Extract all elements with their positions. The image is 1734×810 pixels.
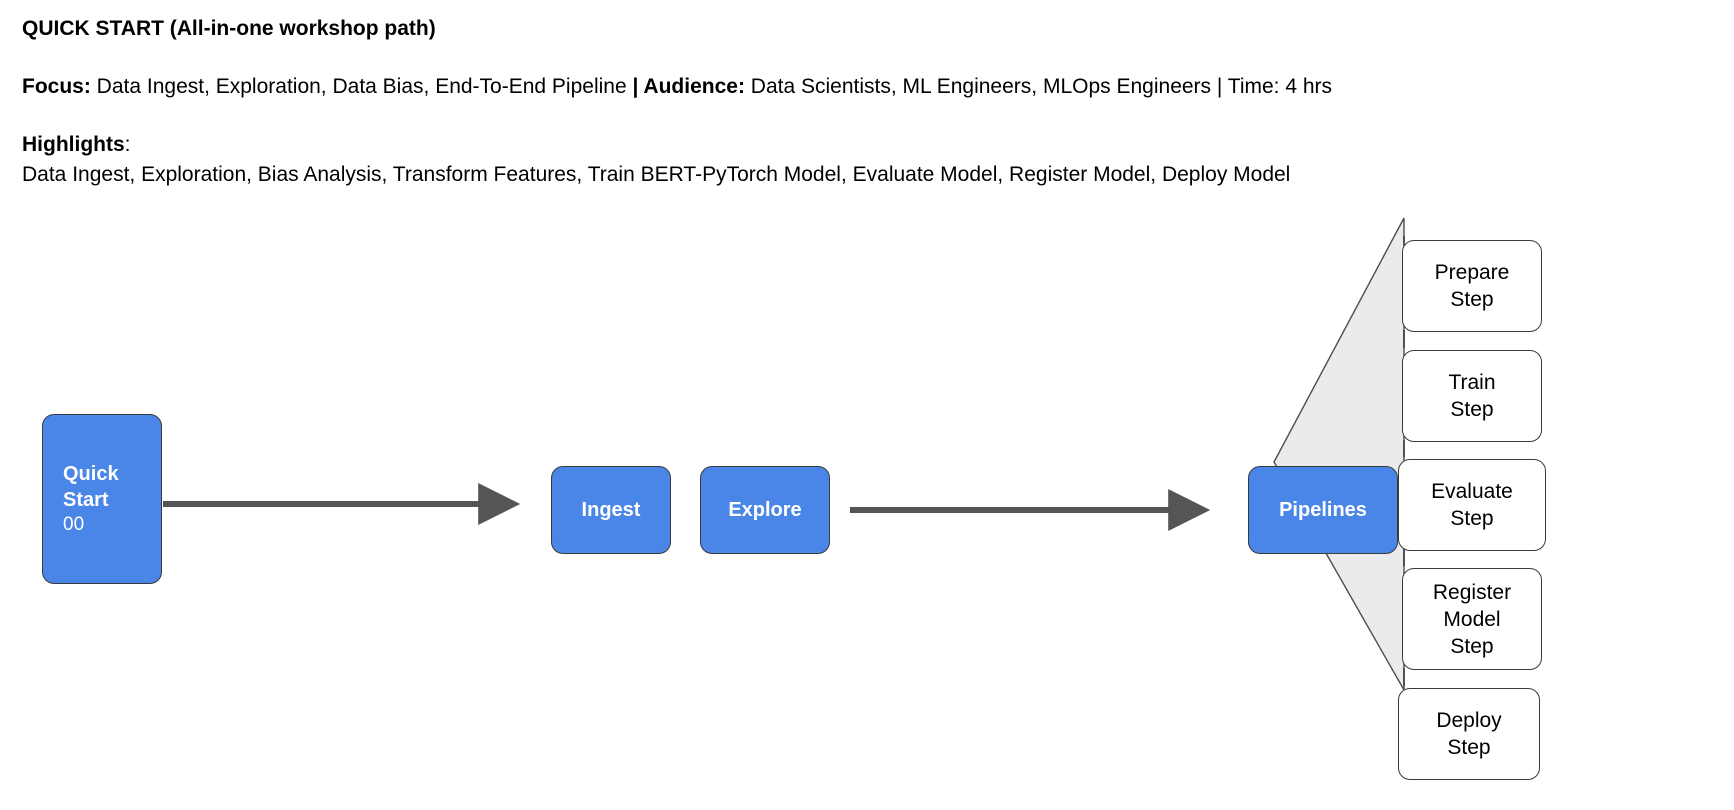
node-evaluate-step-label: Evaluate Step bbox=[1431, 480, 1513, 530]
node-evaluate-step[interactable]: Evaluate Step bbox=[1398, 459, 1546, 551]
node-train-step-label: Train Step bbox=[1448, 371, 1496, 421]
node-quick-start[interactable]: Quick Start 00 bbox=[42, 414, 162, 584]
node-train-step[interactable]: Train Step bbox=[1402, 350, 1542, 442]
node-quick-start-sublabel: 00 bbox=[63, 514, 85, 535]
node-explore-label: Explore bbox=[728, 499, 802, 521]
workshop-flow-diagram: Quick Start 00 Ingest Explore Pipelines … bbox=[0, 0, 1734, 810]
node-register-model-step[interactable]: Register Model Step bbox=[1402, 568, 1542, 670]
node-prepare-step[interactable]: Prepare Step bbox=[1402, 240, 1542, 332]
node-register-model-step-label: Register Model Step bbox=[1432, 580, 1512, 658]
node-pipelines-label: Pipelines bbox=[1279, 499, 1367, 521]
node-deploy-step[interactable]: Deploy Step bbox=[1398, 688, 1540, 780]
node-ingest[interactable]: Ingest bbox=[551, 466, 671, 554]
node-ingest-label: Ingest bbox=[581, 499, 641, 521]
node-pipelines[interactable]: Pipelines bbox=[1248, 466, 1398, 554]
node-explore[interactable]: Explore bbox=[700, 466, 830, 554]
node-deploy-step-label: Deploy Step bbox=[1436, 709, 1502, 759]
node-quick-start-label: Quick Start bbox=[63, 463, 119, 511]
node-prepare-step-label: Prepare Step bbox=[1434, 261, 1510, 311]
